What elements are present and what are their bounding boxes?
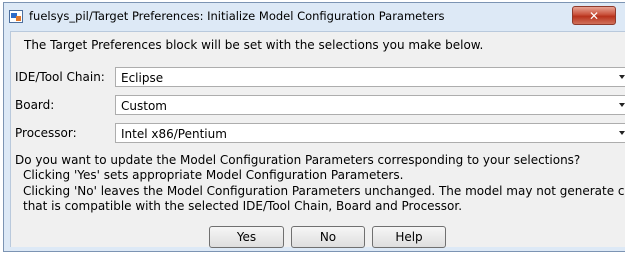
no-explanation-continued-text: that is compatible with the selected IDE… <box>23 199 463 213</box>
processor-select[interactable]: Intel x86/Pentium <box>115 123 625 143</box>
dropdown-arrow-icon <box>619 131 625 135</box>
intro-text: The Target Preferences block will be set… <box>24 38 484 52</box>
close-button[interactable]: ✕ <box>572 6 616 25</box>
dialog-body: The Target Preferences block will be set… <box>10 31 625 248</box>
yes-explanation-text: Clicking 'Yes' sets appropriate Model Co… <box>23 168 404 182</box>
yes-button[interactable]: Yes <box>209 226 284 248</box>
dropdown-arrow-icon <box>619 103 625 107</box>
simulink-model-icon <box>9 10 23 23</box>
update-question-text: Do you want to update the Model Configur… <box>15 153 581 167</box>
ide-tool-chain-value: Eclipse <box>121 71 164 85</box>
processor-value: Intel x86/Pentium <box>121 127 227 141</box>
board-select[interactable]: Custom <box>115 95 625 115</box>
title-bar[interactable]: fuelsys_pil/Target Preferences: Initiali… <box>4 3 625 31</box>
processor-label: Processor: <box>15 126 77 140</box>
ide-tool-chain-select[interactable]: Eclipse <box>115 67 625 87</box>
dialog-window: fuelsys_pil/Target Preferences: Initiali… <box>3 2 625 252</box>
no-button[interactable]: No <box>291 226 365 248</box>
board-value: Custom <box>121 99 167 113</box>
dropdown-arrow-icon <box>619 75 625 79</box>
board-label: Board: <box>15 98 55 112</box>
window-title: fuelsys_pil/Target Preferences: Initiali… <box>29 9 445 23</box>
ide-tool-chain-label: IDE/Tool Chain: <box>15 70 105 84</box>
help-button[interactable]: Help <box>372 226 446 248</box>
no-explanation-text: Clicking 'No' leaves the Model Configura… <box>23 184 625 198</box>
